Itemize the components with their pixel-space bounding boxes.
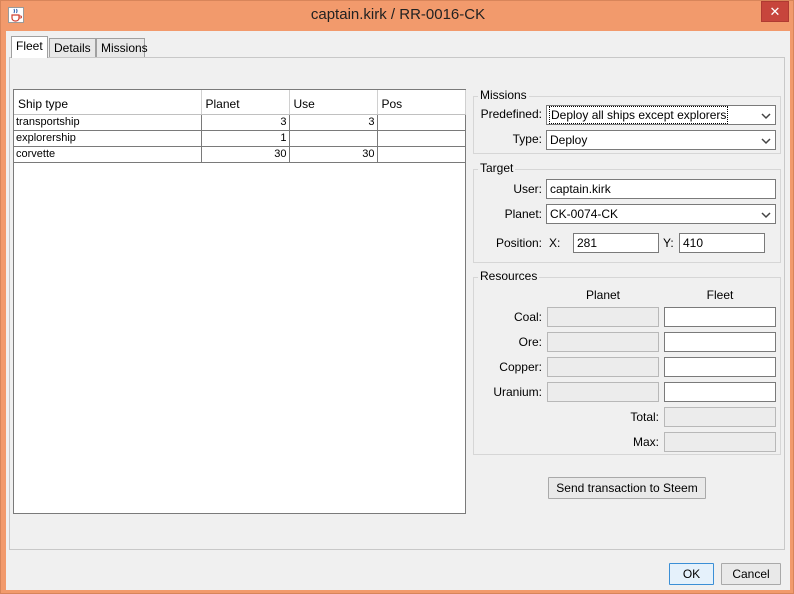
column-header-planet[interactable]: Planet bbox=[201, 90, 290, 115]
mission-type-select[interactable]: Deploy bbox=[546, 130, 776, 150]
copper-fleet-field[interactable] bbox=[664, 357, 776, 377]
column-header-ship-type[interactable]: Ship type bbox=[14, 90, 202, 115]
ore-label: Ore: bbox=[518, 335, 542, 349]
uranium-planet-field bbox=[547, 382, 659, 402]
chevron-down-icon bbox=[761, 212, 771, 219]
use-count-cell[interactable]: 3 bbox=[288, 114, 378, 131]
tab-missions[interactable]: Missions bbox=[96, 38, 148, 57]
total-field bbox=[664, 407, 776, 427]
copper-label: Copper: bbox=[499, 360, 542, 374]
table-header-row: Ship type Planet Use Pos bbox=[14, 90, 466, 115]
table-row[interactable]: explorership 1 bbox=[14, 130, 466, 147]
planet-count-cell[interactable]: 1 bbox=[200, 130, 290, 147]
chevron-down-icon bbox=[761, 113, 771, 120]
close-button[interactable]: ✕ bbox=[761, 1, 789, 22]
position-x-field[interactable]: 281 bbox=[573, 233, 659, 253]
use-count-cell[interactable]: 30 bbox=[288, 146, 378, 163]
resources-group-title: Resources bbox=[478, 269, 540, 283]
mission-type-value: Deploy bbox=[550, 133, 588, 147]
missions-group: Missions Predefined: Deploy all ships ex… bbox=[473, 88, 781, 154]
ship-type-cell[interactable]: corvette bbox=[14, 146, 202, 163]
max-field bbox=[664, 432, 776, 452]
close-icon: ✕ bbox=[769, 4, 781, 19]
tab-fleet[interactable]: Fleet bbox=[11, 36, 48, 58]
ok-button[interactable]: OK bbox=[669, 563, 714, 585]
predefined-mission-value: Deploy all ships except explorers bbox=[548, 106, 729, 124]
missions-group-title: Missions bbox=[478, 88, 529, 102]
use-count-cell[interactable] bbox=[288, 130, 378, 147]
user-field[interactable]: captain.kirk bbox=[546, 179, 776, 199]
pos-cell[interactable] bbox=[376, 146, 466, 163]
x-label: X: bbox=[549, 236, 561, 250]
copper-planet-field bbox=[547, 357, 659, 377]
position-label: Position: bbox=[495, 236, 542, 250]
total-label: Total: bbox=[630, 410, 659, 424]
fleet-column-header: Fleet bbox=[706, 288, 734, 302]
window-title: captain.kirk / RR-0016-CK bbox=[310, 6, 486, 23]
title-bar[interactable]: captain.kirk / RR-0016-CK ✕ bbox=[1, 1, 794, 31]
predefined-mission-select[interactable]: Deploy all ships except explorers bbox=[546, 105, 776, 125]
uranium-label: Uranium: bbox=[493, 385, 542, 399]
max-label: Max: bbox=[632, 435, 659, 449]
dialog-content: Fleet Details Missions Ship type Planet … bbox=[6, 31, 790, 590]
ship-type-cell[interactable]: transportship bbox=[14, 114, 202, 131]
predefined-label: Predefined: bbox=[480, 107, 542, 121]
coal-fleet-field[interactable] bbox=[664, 307, 776, 327]
target-group-title: Target bbox=[478, 161, 516, 175]
ore-fleet-field[interactable] bbox=[664, 332, 776, 352]
table-row[interactable]: corvette 30 30 bbox=[14, 146, 466, 163]
cancel-button[interactable]: Cancel bbox=[721, 563, 781, 585]
coal-label: Coal: bbox=[513, 310, 542, 324]
ships-table[interactable]: Ship type Planet Use Pos transportship 3… bbox=[13, 89, 466, 514]
planet-count-cell[interactable]: 3 bbox=[200, 114, 290, 131]
ore-planet-field bbox=[547, 332, 659, 352]
send-transaction-button[interactable]: Send transaction to Steem bbox=[548, 477, 706, 499]
dialog-window: captain.kirk / RR-0016-CK ✕ Fleet Detail… bbox=[0, 0, 794, 594]
tab-details[interactable]: Details bbox=[49, 38, 96, 57]
target-planet-value: CK-0074-CK bbox=[550, 207, 619, 221]
target-planet-label: Planet: bbox=[504, 207, 542, 221]
table-row[interactable]: transportship 3 3 bbox=[14, 114, 466, 131]
pos-cell[interactable] bbox=[376, 130, 466, 147]
planet-count-cell[interactable]: 30 bbox=[200, 146, 290, 163]
ship-type-cell[interactable]: explorership bbox=[14, 130, 202, 147]
uranium-fleet-field[interactable] bbox=[664, 382, 776, 402]
planet-column-header: Planet bbox=[585, 288, 621, 302]
pos-cell[interactable] bbox=[376, 114, 466, 131]
user-label: User: bbox=[513, 182, 542, 196]
fleet-tab-panel: Ship type Planet Use Pos transportship 3… bbox=[9, 57, 785, 550]
type-label: Type: bbox=[512, 132, 542, 146]
coal-planet-field bbox=[547, 307, 659, 327]
target-planet-select[interactable]: CK-0074-CK bbox=[546, 204, 776, 224]
column-header-pos[interactable]: Pos bbox=[377, 90, 466, 115]
position-y-field[interactable]: 410 bbox=[679, 233, 765, 253]
target-group: Target User: captain.kirk Planet: CK-007… bbox=[473, 161, 781, 263]
resources-group: Resources Planet Fleet Coal: Ore: Copper… bbox=[473, 269, 781, 455]
column-header-use[interactable]: Use bbox=[289, 90, 378, 115]
chevron-down-icon bbox=[761, 138, 771, 145]
